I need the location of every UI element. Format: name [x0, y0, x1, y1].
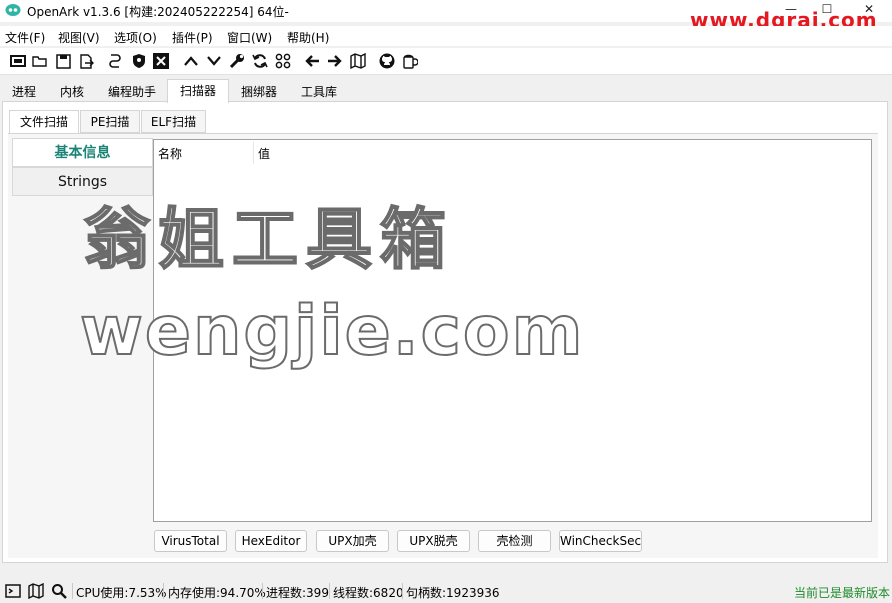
column-header-name[interactable]: 名称 — [158, 145, 182, 162]
status-separator — [402, 583, 403, 599]
save-icon[interactable] — [54, 52, 72, 70]
virustotal-button[interactable]: VirusTotal — [154, 530, 227, 552]
menu-bar: 文件(F) 视图(V) 选项(O) 插件(P) 窗口(W) 帮助(H) — [0, 26, 892, 46]
column-divider[interactable] — [253, 142, 254, 164]
tab-scanner[interactable]: 扫描器 — [167, 79, 229, 103]
status-handles: 句柄数:1923936 — [406, 586, 500, 600]
link-icon[interactable] — [106, 52, 124, 70]
tab-kernel[interactable]: 内核 — [52, 80, 92, 102]
subtab-elf-scan[interactable]: ELF扫描 — [141, 110, 206, 133]
status-separator — [262, 583, 263, 599]
subtab-file-scan[interactable]: 文件扫描 — [9, 110, 79, 133]
menu-view[interactable]: 视图(V) — [58, 29, 100, 46]
menu-window[interactable]: 窗口(W) — [227, 29, 272, 46]
up-icon[interactable] — [182, 52, 200, 70]
back-icon[interactable] — [303, 52, 321, 70]
upx-pack-button[interactable]: UPX加壳 — [316, 530, 389, 552]
toolbar — [0, 48, 892, 75]
status-separator — [72, 583, 73, 599]
close-button[interactable]: ✕ — [856, 0, 882, 20]
map-icon[interactable] — [349, 52, 367, 70]
terminal-icon[interactable] — [4, 582, 22, 600]
menu-options[interactable]: 选项(O) — [114, 29, 157, 46]
hexeditor-button[interactable]: HexEditor — [235, 530, 307, 552]
status-threads: 线程数:6820 — [333, 586, 404, 600]
down-icon[interactable] — [205, 52, 223, 70]
kill-icon[interactable] — [152, 52, 170, 70]
refresh-icon[interactable] — [251, 52, 269, 70]
packer-detect-button[interactable]: 壳检测 — [478, 530, 551, 552]
tab-process[interactable]: 进程 — [4, 80, 44, 102]
minimize-button[interactable]: — — [778, 0, 804, 20]
map-status-icon[interactable] — [27, 582, 45, 600]
status-cpu: CPU使用:7.53% — [76, 586, 167, 600]
status-update: 当前已是最新版本 — [794, 586, 891, 600]
menu-help[interactable]: 帮助(H) — [287, 29, 329, 46]
beer-icon[interactable] — [401, 52, 419, 70]
menu-plugins[interactable]: 插件(P) — [172, 29, 213, 46]
status-separator — [329, 583, 330, 599]
open-folder-icon[interactable] — [31, 52, 49, 70]
openark-app-icon — [5, 4, 21, 16]
tab-bundler[interactable]: 捆绑器 — [231, 80, 287, 102]
tab-toolkit[interactable]: 工具库 — [290, 80, 348, 102]
subtab-pe-scan[interactable]: PE扫描 — [80, 110, 140, 133]
window-title: OpenArk v1.3.6 [构建:202405222254] 64位- — [27, 5, 289, 19]
maximize-button[interactable]: ☐ — [814, 0, 840, 20]
side-item-strings[interactable]: Strings — [12, 167, 153, 196]
upx-unpack-button[interactable]: UPX脱壳 — [397, 530, 470, 552]
info-table[interactable] — [153, 139, 872, 522]
menu-file[interactable]: 文件(F) — [5, 29, 45, 46]
wincheck-sec-button[interactable]: WinCheckSec — [559, 530, 642, 552]
status-processes: 进程数:399 — [266, 586, 329, 600]
github-icon[interactable] — [378, 52, 396, 70]
console-icon[interactable] — [9, 52, 27, 70]
status-separator — [163, 583, 164, 599]
column-header-value[interactable]: 值 — [258, 145, 270, 162]
wrench-icon[interactable] — [228, 52, 246, 70]
tab-coding-helper[interactable]: 编程助手 — [98, 80, 166, 102]
forward-icon[interactable] — [326, 52, 344, 70]
shield-icon[interactable] — [130, 52, 148, 70]
export-icon[interactable] — [77, 52, 95, 70]
side-item-basic-info[interactable]: 基本信息 — [12, 138, 153, 167]
grid-icon[interactable] — [274, 52, 292, 70]
search-icon[interactable] — [50, 582, 68, 600]
status-memory: 内存使用:94.70% — [168, 586, 266, 600]
